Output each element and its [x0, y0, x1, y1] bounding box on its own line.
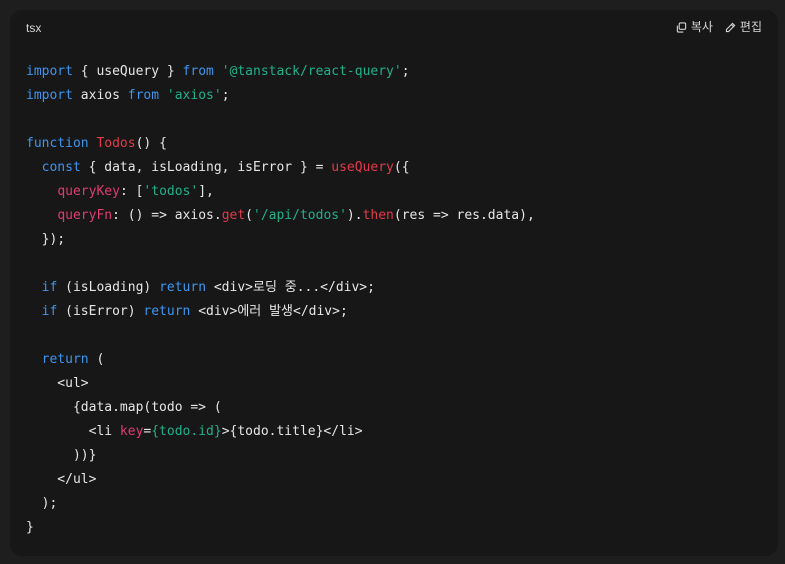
copy-button[interactable]: 복사 [676, 19, 713, 35]
code-line: </ul> [26, 468, 535, 492]
code-token: { useQuery } [72, 64, 183, 79]
code-line: if (isError) return <div>에러 발생</div>; [26, 300, 535, 324]
code-token: const [41, 160, 81, 175]
code-token: from [182, 64, 214, 79]
code-token: '@tanstack/react-query' [221, 64, 402, 79]
code-line: import { useQuery } from '@tanstack/reac… [26, 60, 535, 84]
code-token: if [41, 304, 58, 319]
code-token: ). [346, 208, 363, 223]
code-line: {data.map(todo => ( [26, 396, 535, 420]
code-token: ; [221, 88, 230, 103]
code-token: get [221, 208, 246, 223]
code-token: ({ [393, 160, 410, 175]
code-token: : [ [119, 184, 144, 199]
code-line: return ( [26, 348, 535, 372]
code-token: useQuery [331, 160, 394, 175]
pencil-icon [725, 22, 736, 33]
code-line: }); [26, 228, 535, 252]
code-line: const { data, isLoading, isError } = use… [26, 156, 535, 180]
code-token: <div>에러 발생</div>; [190, 304, 348, 319]
code-token: import [26, 88, 73, 103]
code-token: ); [26, 496, 58, 511]
code-token: 'axios' [166, 88, 222, 103]
code-token: <div>로딩 중...</div>; [206, 280, 375, 295]
code-token: if [41, 280, 58, 295]
code-token: then [362, 208, 394, 223]
code-token: key [119, 424, 144, 439]
code-line: <ul> [26, 372, 535, 396]
code-token: <ul> [26, 376, 89, 391]
code-content: import { useQuery } from '@tanstack/reac… [26, 60, 535, 540]
code-token: Todos [96, 136, 136, 151]
code-token: axios [72, 88, 128, 103]
code-token: queryFn [57, 208, 113, 223]
code-actions: 복사 편집 [676, 19, 762, 35]
code-line: import axios from 'axios'; [26, 84, 535, 108]
code-line: } [26, 516, 535, 540]
code-token: }); [26, 232, 66, 247]
code-token: ))} [26, 448, 97, 463]
code-token: (res => res.data), [393, 208, 535, 223]
code-token: ], [198, 184, 214, 199]
code-token: ( [88, 352, 105, 367]
code-token: return [41, 352, 89, 367]
code-token: { data, isLoading, isError } = [80, 160, 332, 175]
code-block-header: tsx 복사 편집 [10, 10, 778, 46]
code-token: return [159, 280, 207, 295]
code-token: ( [245, 208, 253, 223]
code-token: import [26, 64, 73, 79]
copy-icon [676, 21, 687, 33]
code-token: (isLoading) [57, 280, 160, 295]
edit-button[interactable]: 편집 [725, 19, 762, 35]
code-token: 'todos' [143, 184, 199, 199]
copy-label: 복사 [690, 20, 713, 34]
code-token: <li [26, 424, 120, 439]
code-token: function [26, 136, 89, 151]
code-block: tsx 복사 편집 import {useQuery} from '@tan… [10, 10, 778, 556]
code-token: </ul> [26, 472, 97, 487]
code-token: >{todo.title}</li> [221, 424, 363, 439]
language-label: tsx [26, 21, 42, 35]
code-token: : () => axios. [112, 208, 222, 223]
edit-label: 편집 [739, 20, 762, 34]
code-line: queryKey: ['todos'], [26, 180, 535, 204]
code-token: () { [135, 136, 167, 151]
code-line: <li key={todo.id}>{todo.title}</li> [26, 420, 535, 444]
code-line: function Todos() { [26, 132, 535, 156]
code-line: if (isLoading) return <div>로딩 중...</div>… [26, 276, 535, 300]
code-token: {data.map(todo => ( [26, 400, 222, 415]
code-token: queryKey [57, 184, 120, 199]
code-token: (isError) [57, 304, 144, 319]
code-token: return [143, 304, 191, 319]
code-token: '/api/todos' [253, 208, 347, 223]
code-token: ; [401, 64, 410, 79]
code-token: {todo.id} [151, 424, 222, 439]
code-line: ); [26, 492, 535, 516]
code-line: ))} [26, 444, 535, 468]
code-line: queryFn: () => axios.get('/api/todos').t… [26, 204, 535, 228]
code-token: from [127, 88, 160, 103]
code-token: } [26, 520, 34, 535]
